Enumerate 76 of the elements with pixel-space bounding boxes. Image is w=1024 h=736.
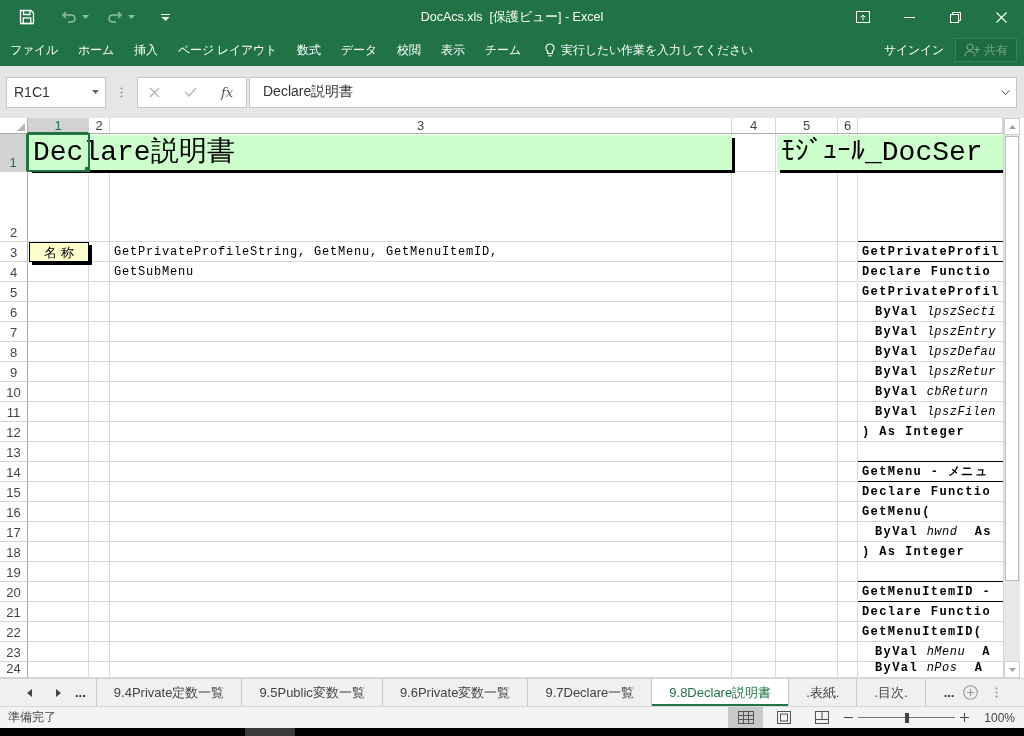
- code-line: ) As Integer: [862, 425, 966, 439]
- vertical-dots-icon[interactable]: [120, 86, 123, 98]
- code-line: Declare Functio: [862, 485, 992, 499]
- chevron-down-icon[interactable]: [1001, 89, 1010, 95]
- vertical-scrollbar[interactable]: [1003, 118, 1020, 678]
- name-field[interactable]: R1C1: [6, 76, 106, 108]
- ribbon-tab[interactable]: ホーム: [68, 37, 124, 63]
- zoom-percent[interactable]: 100%: [984, 710, 1015, 725]
- code-line: GetMenu(: [862, 505, 931, 519]
- restore-icon[interactable]: [949, 11, 961, 23]
- row-header[interactable]: 1: [0, 134, 28, 172]
- code-line: Declare Functio: [862, 605, 992, 619]
- column-header[interactable]: 1: [28, 118, 89, 134]
- sign-in-link[interactable]: サインイン: [884, 41, 944, 59]
- minus-icon[interactable]: [844, 717, 854, 718]
- grid-icon: [737, 711, 754, 724]
- normal-view-button[interactable]: [728, 707, 764, 728]
- more-tabs-button[interactable]: ...: [69, 679, 92, 706]
- code-line: ByVal lpszEntry: [874, 325, 996, 339]
- code-line: ByVal lpszFilen: [874, 405, 996, 419]
- code-line: Declare Functio: [862, 265, 992, 279]
- code-line: ByVal hwnd As: [874, 525, 992, 539]
- page-icon: [777, 711, 792, 724]
- fill-handle[interactable]: [85, 167, 90, 172]
- function-names-text: GetPrivateProfileString, GetMenu, GetMenuItemID,: [114, 245, 499, 259]
- plus-icon[interactable]: [960, 713, 970, 722]
- person-plus-icon: [964, 43, 980, 57]
- sheet-tab[interactable]: 9.8Declare説明書: [652, 679, 790, 706]
- title-banner: ﾓｼﾞｭｰﾙ_DocSer: [777, 135, 1003, 173]
- insert-function-button[interactable]: fx: [221, 84, 234, 100]
- ribbon-tab[interactable]: ファイル: [0, 37, 68, 63]
- declaration-heading: GetMenu - メニュ: [858, 461, 1003, 482]
- declaration-heading: GetPrivateProfil: [858, 241, 1003, 262]
- scroll-up-button[interactable]: [1004, 118, 1020, 135]
- triangle-right-icon[interactable]: [55, 688, 61, 697]
- status-text: 準備完了: [8, 709, 56, 726]
- triangle-up-icon: [1008, 124, 1016, 129]
- vertical-dots-icon[interactable]: [995, 687, 999, 698]
- caret-icon[interactable]: [82, 15, 89, 19]
- scrollbar-thumb[interactable]: [1005, 136, 1019, 581]
- code-line: ByVal nPos A: [874, 661, 984, 675]
- window-title: DocAcs.xls [保護ビュー] - Excel: [420, 8, 604, 26]
- code-line: ByVal hMenu A: [874, 645, 991, 659]
- ribbon-tab[interactable]: ページ レイアウト: [168, 37, 288, 63]
- caret-icon[interactable]: [92, 90, 99, 94]
- declaration-heading: GetMenuItemID -: [858, 581, 1003, 602]
- customize-caret-icon[interactable]: [161, 13, 170, 21]
- ribbon-tab[interactable]: チーム: [475, 37, 532, 63]
- more-tabs-button[interactable]: ...: [937, 685, 961, 700]
- code-line: ) As Integer: [862, 545, 966, 559]
- code-line: ByVal lpszRetur: [874, 365, 996, 379]
- triangle-down-icon: [1008, 667, 1016, 672]
- scroll-down-button[interactable]: [1004, 661, 1020, 678]
- function-names-text: GetSubMenu: [114, 265, 194, 279]
- lightbulb-icon[interactable]: [545, 43, 556, 57]
- split-page-icon: [815, 711, 830, 724]
- label-tag: 名 称: [29, 242, 92, 265]
- code-line: ByVal lpszDefau: [874, 345, 996, 359]
- code-line: ByVal lpszSecti: [874, 305, 996, 319]
- formula-field[interactable]: Declare説明書: [249, 76, 1017, 108]
- ribbon-tab[interactable]: 校閲: [387, 37, 432, 63]
- ribbon-tab[interactable]: 挿入: [124, 37, 168, 63]
- code-line: ByVal cbReturn: [874, 385, 989, 399]
- triangle-left-icon[interactable]: [26, 688, 32, 697]
- save-icon[interactable]: [19, 9, 35, 25]
- caret-icon[interactable]: [128, 15, 135, 19]
- minimize-icon[interactable]: [903, 16, 915, 18]
- ribbon-tab[interactable]: データ: [331, 37, 388, 63]
- ribbon-tab[interactable]: 数式: [287, 37, 332, 63]
- code-line: GetPrivateProfil: [862, 285, 1000, 299]
- close-icon[interactable]: [995, 11, 1007, 23]
- tell-me-field[interactable]: 実行したい作業を入力してください: [561, 43, 766, 57]
- slider-thumb[interactable]: [904, 712, 909, 723]
- ribbon-tab[interactable]: 表示: [431, 37, 476, 63]
- row-header[interactable]: 24: [0, 662, 28, 678]
- code-line: GetMenuItemID(: [862, 625, 983, 639]
